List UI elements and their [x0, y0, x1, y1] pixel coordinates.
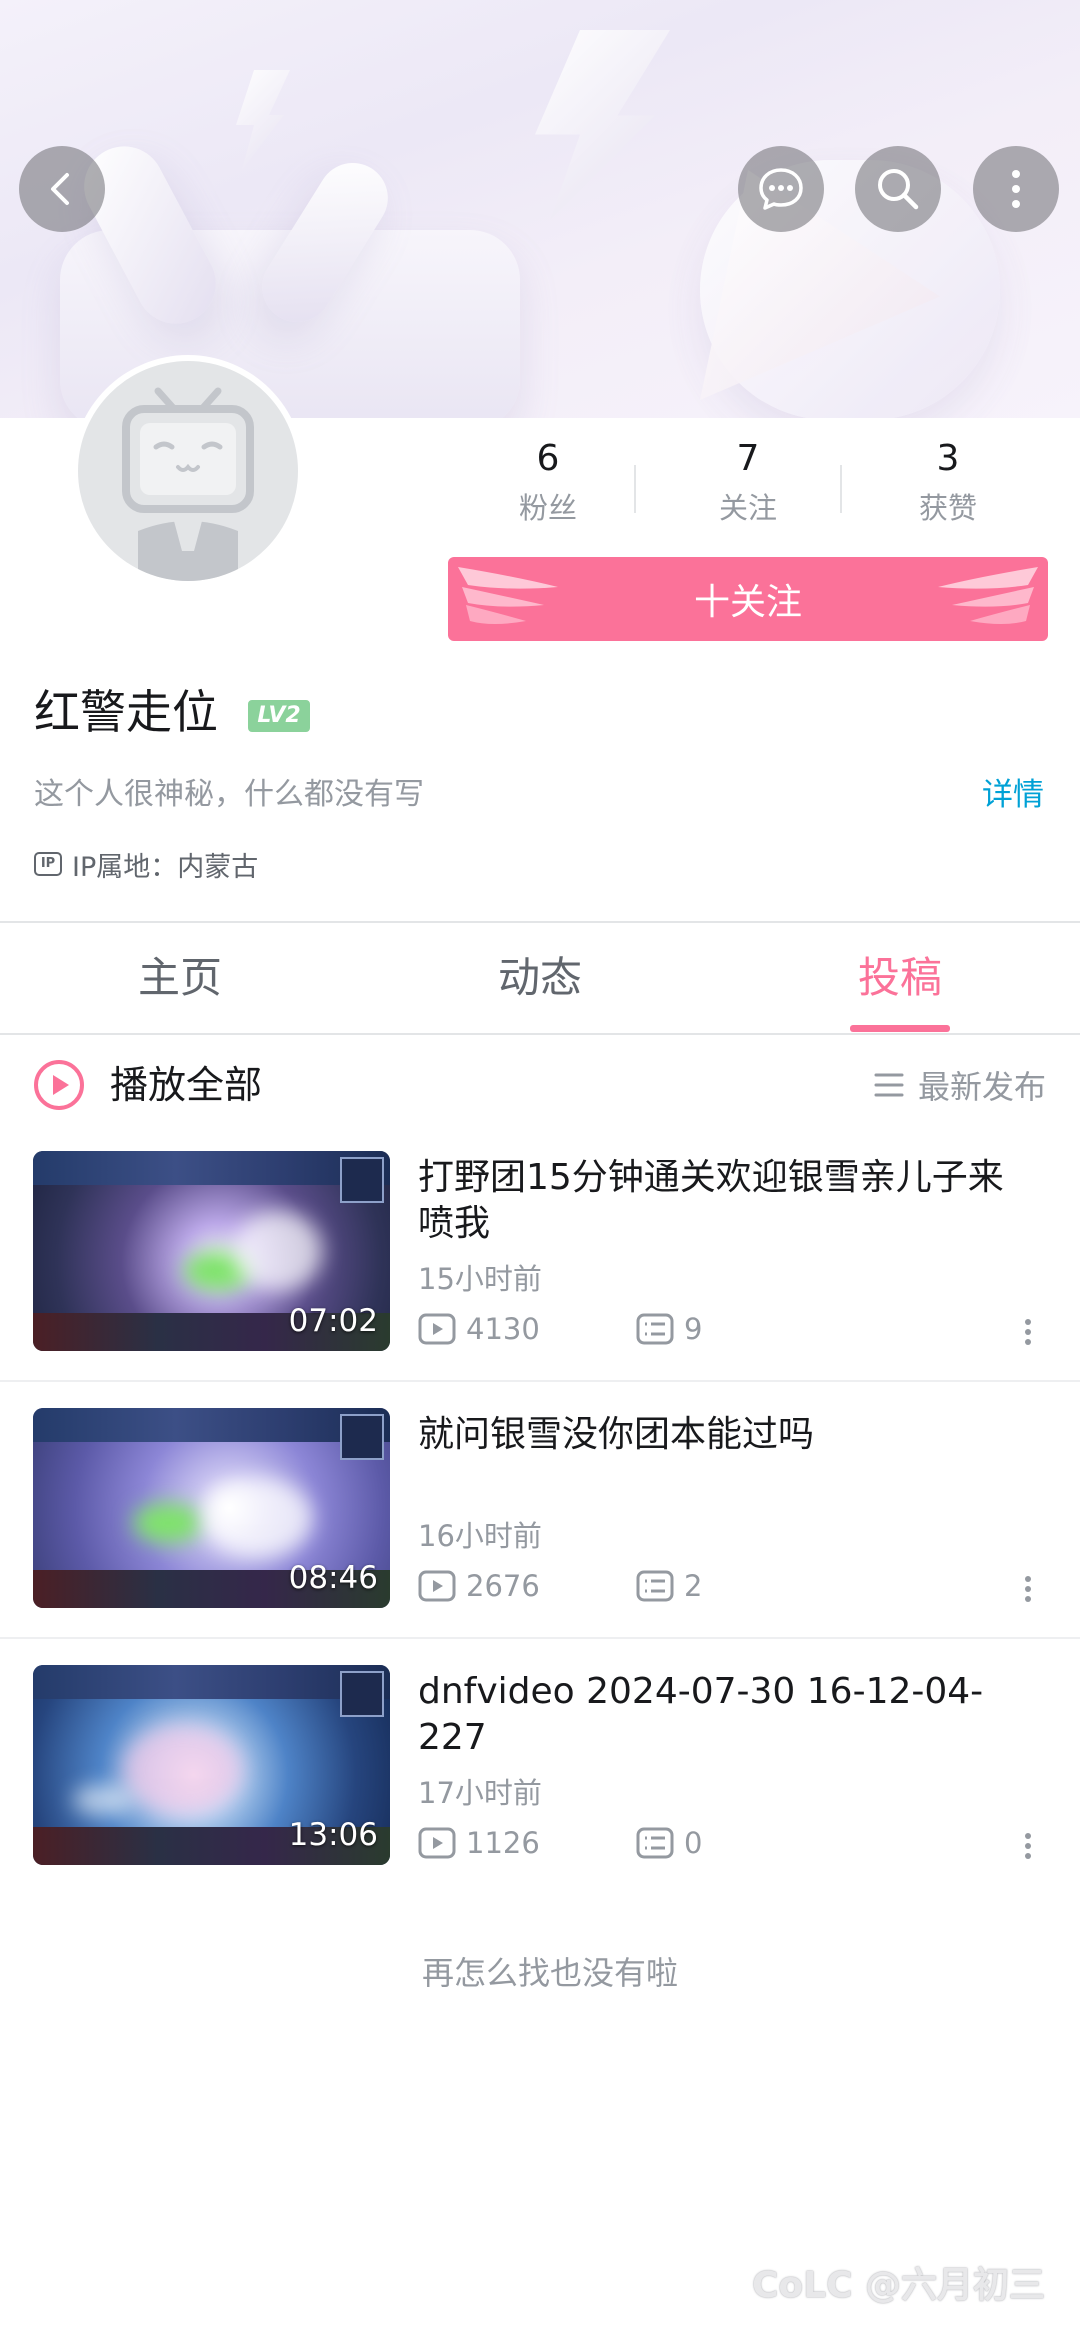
username: 红警走位: [34, 685, 218, 739]
message-button[interactable]: [738, 146, 824, 232]
thumbnail-minimap: [340, 1671, 384, 1717]
more-icon: [1012, 170, 1020, 208]
stat-following[interactable]: 7 关注: [648, 435, 848, 529]
video-time: 17小时前: [418, 1776, 542, 1810]
stat-fans[interactable]: 6 粉丝: [448, 435, 648, 529]
video-time: 15小时前: [418, 1262, 542, 1296]
ip-location-text: IP属地：内蒙古: [72, 851, 259, 883]
play-count-value: 1126: [466, 1826, 540, 1860]
video-duration: 07:02: [288, 1303, 378, 1339]
video-thumbnail[interactable]: 08:46: [33, 1408, 390, 1608]
play-all-row: 播放全部 最新发布: [0, 1040, 1080, 1130]
active-tab-indicator: [850, 1025, 950, 1032]
video-card[interactable]: 13:06 dnfvideo 2024-07-30 16-12-04-227 1…: [0, 1665, 1080, 1921]
play-count-value: 4130: [466, 1312, 540, 1346]
comment-count-value: 0: [684, 1826, 703, 1860]
back-icon: [51, 173, 69, 205]
thumbnail-effect: [73, 1785, 133, 1815]
video-comment-count: 2: [636, 1566, 702, 1606]
video-time: 16小时前: [418, 1519, 542, 1553]
details-link[interactable]: 详情: [982, 772, 1044, 818]
wing-decoration: [938, 567, 1038, 624]
back-button[interactable]: [19, 146, 105, 232]
more-button[interactable]: [973, 146, 1059, 232]
banner-decoration: [236, 70, 290, 170]
more-dots-icon[interactable]: [1018, 1315, 1038, 1355]
video-thumbnail[interactable]: 07:02: [33, 1151, 390, 1351]
wing-decoration: [458, 567, 558, 624]
video-play-count: 1126: [418, 1823, 540, 1863]
thumbnail-minimap: [340, 1414, 384, 1460]
search-button[interactable]: [855, 146, 941, 232]
video-play-count: 4130: [418, 1309, 540, 1349]
thumbnail-hud: [33, 1408, 390, 1442]
banner-decoration: [535, 30, 670, 220]
avatar[interactable]: [72, 355, 304, 587]
list-divider: [0, 1637, 1080, 1639]
search-icon: [878, 169, 919, 210]
video-duration: 13:06: [288, 1817, 378, 1853]
ip-location: IP IP属地：内蒙古: [34, 844, 258, 884]
play-count-icon: [418, 1570, 456, 1602]
comment-count-icon: [636, 1570, 674, 1602]
sort-label: 最新发布: [917, 1068, 1046, 1106]
play-all-button[interactable]: 播放全部: [110, 1056, 262, 1114]
stat-value: 6: [536, 438, 560, 479]
follow-button-label: 十关注: [693, 582, 802, 623]
default-avatar-icon: [122, 387, 254, 581]
divider: [0, 1033, 1080, 1035]
play-count-icon: [418, 1827, 456, 1859]
bio-text: 这个人很神秘，什么都没有写: [34, 777, 424, 812]
sort-button[interactable]: 最新发布: [874, 1058, 1046, 1112]
follow-button[interactable]: 十关注: [448, 557, 1048, 641]
video-card[interactable]: 08:46 就问银雪没你团本能过吗 16小时前 2676 2: [0, 1408, 1080, 1664]
play-all-icon[interactable]: [32, 1058, 86, 1112]
play-count-value: 2676: [466, 1569, 540, 1603]
stat-value: 3: [936, 438, 960, 479]
more-dots-icon[interactable]: [1018, 1572, 1038, 1612]
stat-divider: [634, 465, 636, 513]
video-thumbnail[interactable]: 13:06: [33, 1665, 390, 1865]
message-icon: [759, 168, 803, 210]
comment-count-icon: [636, 1827, 674, 1859]
stat-label: 粉丝: [518, 491, 577, 525]
list-divider: [0, 1380, 1080, 1382]
stat-likes[interactable]: 3 获赞: [848, 435, 1048, 529]
stat-label: 关注: [718, 491, 777, 525]
video-duration: 08:46: [288, 1560, 378, 1596]
video-comment-count: 0: [636, 1823, 702, 1863]
default-avatar: [78, 361, 298, 581]
video-title[interactable]: 打野团15分钟通关欢迎银雪亲儿子来喷我: [418, 1155, 1038, 1247]
play-count-icon: [418, 1313, 456, 1345]
comment-count-value: 2: [684, 1569, 703, 1603]
level-badge: LV2: [248, 700, 310, 732]
thumbnail-effect: [233, 1211, 323, 1291]
video-card[interactable]: 07:02 打野团15分钟通关欢迎银雪亲儿子来喷我 15小时前 4130 9: [0, 1151, 1080, 1407]
video-title[interactable]: 就问银雪没你团本能过吗: [418, 1412, 1038, 1458]
thumbnail-hud: [33, 1665, 390, 1699]
video-title[interactable]: dnfvideo 2024-07-30 16-12-04-227: [418, 1669, 1038, 1761]
ip-icon: IP: [34, 852, 62, 876]
stat-label: 获赞: [918, 491, 977, 525]
profile-stats: 6 粉丝 7 关注 3 获赞: [448, 435, 1048, 545]
video-comment-count: 9: [636, 1309, 702, 1349]
comment-count-value: 9: [684, 1312, 703, 1346]
thumbnail-effect: [203, 1478, 313, 1558]
video-play-count: 2676: [418, 1566, 540, 1606]
tab-dynamic[interactable]: 动态: [360, 923, 720, 1033]
more-dots-icon[interactable]: [1018, 1829, 1038, 1869]
thumbnail-hud: [33, 1151, 390, 1185]
tab-uploads[interactable]: 投稿: [720, 923, 1080, 1033]
profile-tabs: 主页 动态 投稿: [0, 923, 1080, 1033]
tab-home[interactable]: 主页: [0, 923, 360, 1033]
thumbnail-effect: [123, 1725, 243, 1815]
sort-icon: [874, 1073, 904, 1097]
watermark: CoLC @六月初三: [752, 2265, 1046, 2306]
stat-divider: [840, 465, 842, 513]
stat-value: 7: [736, 438, 760, 479]
end-of-list-text: 再怎么找也没有啦: [421, 1954, 678, 1992]
comment-count-icon: [636, 1313, 674, 1345]
thumbnail-minimap: [340, 1157, 384, 1203]
thumbnail-effect: [133, 1503, 203, 1543]
